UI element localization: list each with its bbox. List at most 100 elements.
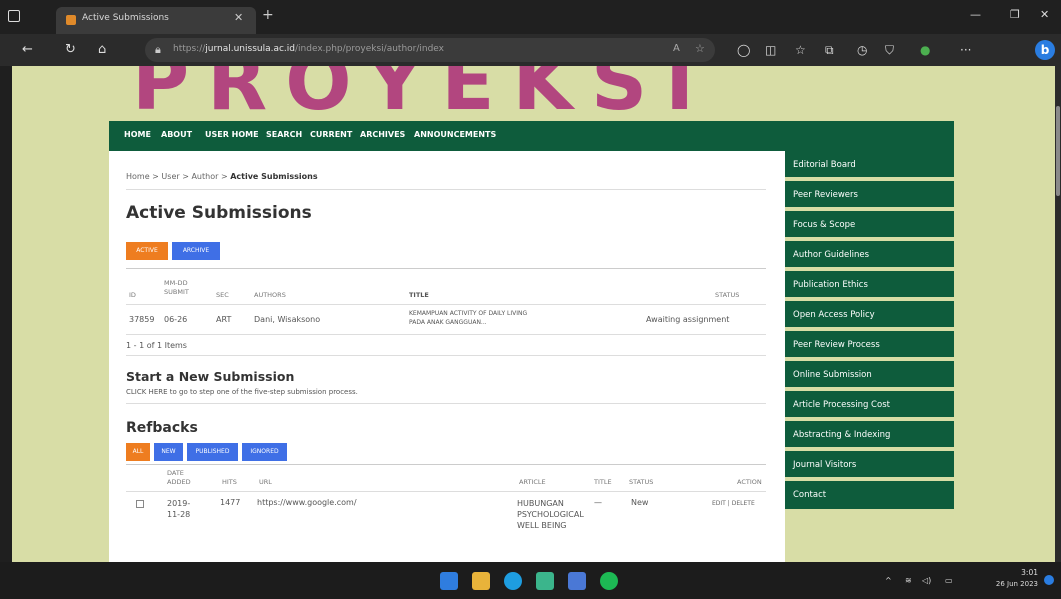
divider bbox=[126, 403, 766, 404]
divider bbox=[126, 355, 766, 356]
close-window-icon[interactable]: ✕ bbox=[1040, 8, 1049, 21]
new-submission-text: CLICK HERE to go to step one of the five… bbox=[126, 388, 358, 396]
clock-date[interactable]: 26 Jun 2023 bbox=[990, 580, 1038, 588]
restore-icon[interactable]: ❐ bbox=[1010, 8, 1020, 21]
battery-icon[interactable]: ▭ bbox=[945, 576, 953, 585]
back-icon[interactable]: ← bbox=[22, 42, 33, 57]
sidebar-item-open-access[interactable]: Open Access Policy bbox=[785, 301, 954, 329]
breadcrumb-author[interactable]: Author bbox=[191, 172, 218, 181]
col-article[interactable]: ARTICLE bbox=[519, 478, 546, 487]
click-here-link[interactable]: CLICK HERE bbox=[126, 388, 168, 396]
sidebar-item-publication-ethics[interactable]: Publication Ethics bbox=[785, 271, 954, 299]
sidebar-item-apc[interactable]: Article Processing Cost bbox=[785, 391, 954, 419]
edit-link[interactable]: EDIT bbox=[712, 500, 726, 507]
sidebar-item-author-guidelines[interactable]: Author Guidelines bbox=[785, 241, 954, 269]
favorite-star-icon[interactable]: ☆ bbox=[695, 42, 705, 55]
col-hits[interactable]: HITS bbox=[222, 478, 237, 487]
divider bbox=[126, 334, 766, 335]
profile-icon[interactable]: ● bbox=[920, 43, 930, 57]
cell-status: Awaiting assignment bbox=[646, 315, 730, 324]
cell-date: 06-26 bbox=[164, 315, 188, 324]
cell-authors: Dani, Wisaksono bbox=[254, 315, 321, 324]
col-sec[interactable]: SEC bbox=[216, 291, 229, 300]
col-title[interactable]: TITLE bbox=[594, 478, 612, 487]
home-icon[interactable]: ⌂ bbox=[98, 42, 106, 57]
breadcrumb-user[interactable]: User bbox=[161, 172, 179, 181]
breadcrumb-current[interactable]: Active Submissions bbox=[230, 172, 317, 181]
new-tab-icon[interactable]: + bbox=[262, 7, 274, 23]
page-scrollbar[interactable] bbox=[1055, 66, 1061, 562]
menu-icon[interactable]: ··· bbox=[960, 43, 971, 57]
edge-icon[interactable] bbox=[504, 572, 522, 590]
shield-icon[interactable]: ⛉ bbox=[885, 43, 894, 58]
volume-icon[interactable]: ◁) bbox=[922, 576, 931, 585]
browser-tab-active[interactable]: Active Submissions ✕ bbox=[56, 7, 256, 34]
row-checkbox[interactable] bbox=[136, 500, 144, 508]
col-status[interactable]: STATUS bbox=[629, 478, 653, 487]
clock-time[interactable]: 3:01 bbox=[1000, 568, 1038, 577]
minimize-icon[interactable]: — bbox=[970, 8, 981, 21]
read-aloud-icon[interactable]: A bbox=[673, 43, 680, 54]
sidebar-item-online-submission[interactable]: Online Submission bbox=[785, 361, 954, 389]
chevron-up-icon[interactable]: ^ bbox=[885, 576, 892, 585]
sidebar-item-contact[interactable]: Contact bbox=[785, 481, 954, 511]
copilot-icon[interactable]: b bbox=[1035, 40, 1055, 60]
sidebar-item-peer-reviewers[interactable]: Peer Reviewers bbox=[785, 181, 954, 209]
sidebar-item-peer-review-process[interactable]: Peer Review Process bbox=[785, 331, 954, 359]
reload-icon[interactable]: ↻ bbox=[65, 42, 76, 57]
nav-announcements[interactable]: ANNOUNCEMENTS bbox=[414, 130, 496, 139]
mail-icon[interactable] bbox=[568, 572, 586, 590]
split-screen-icon[interactable]: ◫ bbox=[765, 43, 776, 57]
cell-status: New bbox=[631, 498, 649, 507]
nav-search[interactable]: SEARCH bbox=[266, 130, 302, 139]
close-tab-icon[interactable]: ✕ bbox=[234, 11, 243, 24]
favorites-icon[interactable]: ☆ bbox=[795, 43, 806, 57]
filter-published[interactable]: PUBLISHED bbox=[187, 443, 238, 461]
sidebar-item-journal-visitors[interactable]: Journal Visitors bbox=[785, 451, 954, 479]
notification-icon[interactable] bbox=[1044, 575, 1054, 585]
browser-toolbar: ← ↻ ⌂ 🔒︎ https://jurnal.unissula.ac.id/i… bbox=[0, 34, 1061, 66]
file-explorer-icon[interactable] bbox=[472, 572, 490, 590]
col-title[interactable]: TITLE bbox=[409, 291, 429, 300]
cell-article[interactable]: HUBUNGAN PSYCHOLOGICAL WELL BEING bbox=[517, 498, 584, 531]
sidebar-item-abstracting-indexing[interactable]: Abstracting & Indexing bbox=[785, 421, 954, 449]
refbacks-heading: Refbacks bbox=[126, 420, 198, 436]
filter-ignored[interactable]: IGNORED bbox=[242, 443, 287, 461]
address-bar[interactable]: 🔒︎ https://jurnal.unissula.ac.id/index.p… bbox=[145, 38, 715, 62]
nav-current[interactable]: CURRENT bbox=[310, 130, 352, 139]
nav-about[interactable]: ABOUT bbox=[161, 130, 192, 139]
taskbar: ^ ≋ ◁) ▭ 3:01 26 Jun 2023 bbox=[0, 562, 1061, 599]
table-top-rule bbox=[126, 464, 766, 465]
sidebar-item-focus-scope[interactable]: Focus & Scope bbox=[785, 211, 954, 239]
start-icon[interactable] bbox=[440, 572, 458, 590]
col-date-added[interactable]: DATE ADDED bbox=[167, 469, 191, 487]
col-authors[interactable]: AUTHORS bbox=[254, 291, 286, 300]
filter-new[interactable]: NEW bbox=[154, 443, 183, 461]
tab-actions-icon[interactable] bbox=[8, 10, 20, 22]
extension-icon[interactable]: ◯ bbox=[737, 43, 750, 57]
filter-all[interactable]: ALL bbox=[126, 443, 150, 461]
nav-user-home[interactable]: USER HOME bbox=[205, 130, 259, 139]
history-icon[interactable]: ◷ bbox=[857, 43, 867, 57]
store-icon[interactable] bbox=[536, 572, 554, 590]
nav-archives[interactable]: ARCHIVES bbox=[360, 130, 405, 139]
collections-icon[interactable]: ⧉ bbox=[825, 43, 834, 58]
site-logo[interactable]: PROYEKSI bbox=[132, 66, 712, 128]
breadcrumb-home[interactable]: Home bbox=[126, 172, 150, 181]
sidebar-item-editorial-board[interactable]: Editorial Board bbox=[785, 151, 954, 179]
nav-home[interactable]: HOME bbox=[124, 130, 151, 139]
wifi-icon[interactable]: ≋ bbox=[905, 576, 912, 585]
scrollbar-thumb[interactable] bbox=[1056, 106, 1060, 196]
spotify-icon[interactable] bbox=[600, 572, 618, 590]
delete-link[interactable]: DELETE bbox=[732, 500, 755, 507]
sidebar: Editorial Board Peer Reviewers Focus & S… bbox=[785, 151, 954, 521]
tab-title: Active Submissions bbox=[82, 13, 169, 23]
tab-archive[interactable]: ARCHIVE bbox=[172, 242, 220, 260]
table-row: 37859 06-26 ART Dani, Wisaksono KEMAMPUA… bbox=[126, 307, 766, 333]
col-status[interactable]: STATUS bbox=[715, 291, 739, 300]
submission-title-link[interactable]: KEMAMPUAN ACTIVITY OF DAILY LIVING PADA A… bbox=[409, 309, 527, 327]
cell-date-added: 2019- 11-28 bbox=[167, 499, 191, 519]
col-url[interactable]: URL bbox=[259, 478, 272, 487]
refback-url-link[interactable]: https://www.google.com/ bbox=[257, 498, 357, 507]
tab-active[interactable]: ACTIVE bbox=[126, 242, 168, 260]
